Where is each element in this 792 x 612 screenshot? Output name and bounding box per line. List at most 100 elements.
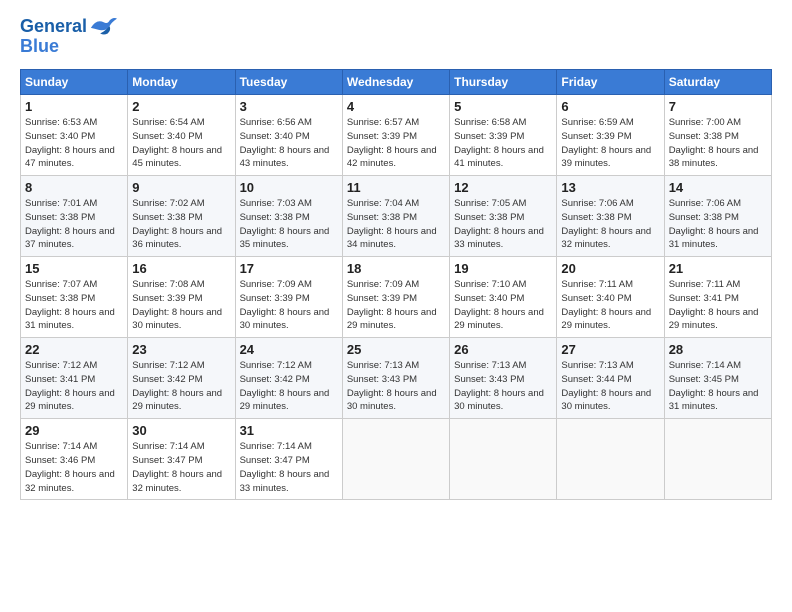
day-number: 15 — [25, 261, 123, 276]
sunset-label: Sunset: 3:43 PM — [347, 374, 417, 385]
calendar-cell: 22 Sunrise: 7:12 AM Sunset: 3:41 PM Dayl… — [21, 338, 128, 419]
day-number: 8 — [25, 180, 123, 195]
daylight-label: Daylight: 8 hours and 47 minutes. — [25, 145, 115, 170]
sunset-label: Sunset: 3:40 PM — [561, 293, 631, 304]
day-number: 28 — [669, 342, 767, 357]
calendar-cell: 30 Sunrise: 7:14 AM Sunset: 3:47 PM Dayl… — [128, 419, 235, 500]
day-info: Sunrise: 7:13 AM Sunset: 3:43 PM Dayligh… — [454, 359, 552, 414]
weekday-header-monday: Monday — [128, 70, 235, 95]
daylight-label: Daylight: 8 hours and 30 minutes. — [454, 388, 544, 413]
sunrise-label: Sunrise: 7:14 AM — [25, 441, 97, 452]
daylight-label: Daylight: 8 hours and 31 minutes. — [25, 307, 115, 332]
calendar-cell — [557, 419, 664, 500]
calendar-cell: 28 Sunrise: 7:14 AM Sunset: 3:45 PM Dayl… — [664, 338, 771, 419]
day-number: 20 — [561, 261, 659, 276]
day-info: Sunrise: 6:56 AM Sunset: 3:40 PM Dayligh… — [240, 116, 338, 171]
day-info: Sunrise: 7:07 AM Sunset: 3:38 PM Dayligh… — [25, 278, 123, 333]
day-info: Sunrise: 7:09 AM Sunset: 3:39 PM Dayligh… — [347, 278, 445, 333]
calendar-cell: 24 Sunrise: 7:12 AM Sunset: 3:42 PM Dayl… — [235, 338, 342, 419]
day-number: 12 — [454, 180, 552, 195]
sunrise-label: Sunrise: 7:13 AM — [454, 360, 526, 371]
day-info: Sunrise: 7:12 AM Sunset: 3:42 PM Dayligh… — [132, 359, 230, 414]
calendar-cell: 3 Sunrise: 6:56 AM Sunset: 3:40 PM Dayli… — [235, 95, 342, 176]
sunset-label: Sunset: 3:46 PM — [25, 455, 95, 466]
day-number: 25 — [347, 342, 445, 357]
daylight-label: Daylight: 8 hours and 43 minutes. — [240, 145, 330, 170]
calendar-cell: 17 Sunrise: 7:09 AM Sunset: 3:39 PM Dayl… — [235, 257, 342, 338]
calendar-cell: 1 Sunrise: 6:53 AM Sunset: 3:40 PM Dayli… — [21, 95, 128, 176]
sunrise-label: Sunrise: 7:12 AM — [240, 360, 312, 371]
sunrise-label: Sunrise: 7:13 AM — [561, 360, 633, 371]
day-info: Sunrise: 7:06 AM Sunset: 3:38 PM Dayligh… — [561, 197, 659, 252]
calendar-cell: 16 Sunrise: 7:08 AM Sunset: 3:39 PM Dayl… — [128, 257, 235, 338]
day-number: 31 — [240, 423, 338, 438]
day-info: Sunrise: 7:10 AM Sunset: 3:40 PM Dayligh… — [454, 278, 552, 333]
daylight-label: Daylight: 8 hours and 39 minutes. — [561, 145, 651, 170]
daylight-label: Daylight: 8 hours and 30 minutes. — [347, 388, 437, 413]
daylight-label: Daylight: 8 hours and 32 minutes. — [132, 469, 222, 494]
weekday-header-row: SundayMondayTuesdayWednesdayThursdayFrid… — [21, 70, 772, 95]
sunrise-label: Sunrise: 7:04 AM — [347, 198, 419, 209]
calendar-cell — [450, 419, 557, 500]
sunset-label: Sunset: 3:44 PM — [561, 374, 631, 385]
sunrise-label: Sunrise: 6:57 AM — [347, 117, 419, 128]
day-number: 7 — [669, 99, 767, 114]
day-number: 21 — [669, 261, 767, 276]
calendar-week-5: 29 Sunrise: 7:14 AM Sunset: 3:46 PM Dayl… — [21, 419, 772, 500]
day-info: Sunrise: 7:04 AM Sunset: 3:38 PM Dayligh… — [347, 197, 445, 252]
page-header: General Blue — [20, 16, 772, 57]
calendar-cell: 13 Sunrise: 7:06 AM Sunset: 3:38 PM Dayl… — [557, 176, 664, 257]
daylight-label: Daylight: 8 hours and 29 minutes. — [454, 307, 544, 332]
day-info: Sunrise: 7:00 AM Sunset: 3:38 PM Dayligh… — [669, 116, 767, 171]
day-info: Sunrise: 7:01 AM Sunset: 3:38 PM Dayligh… — [25, 197, 123, 252]
calendar-cell: 8 Sunrise: 7:01 AM Sunset: 3:38 PM Dayli… — [21, 176, 128, 257]
sunset-label: Sunset: 3:47 PM — [132, 455, 202, 466]
day-number: 30 — [132, 423, 230, 438]
daylight-label: Daylight: 8 hours and 29 minutes. — [347, 307, 437, 332]
sunrise-label: Sunrise: 6:59 AM — [561, 117, 633, 128]
day-info: Sunrise: 7:06 AM Sunset: 3:38 PM Dayligh… — [669, 197, 767, 252]
day-number: 10 — [240, 180, 338, 195]
daylight-label: Daylight: 8 hours and 31 minutes. — [669, 388, 759, 413]
sunrise-label: Sunrise: 6:56 AM — [240, 117, 312, 128]
daylight-label: Daylight: 8 hours and 30 minutes. — [240, 307, 330, 332]
daylight-label: Daylight: 8 hours and 34 minutes. — [347, 226, 437, 251]
day-info: Sunrise: 6:54 AM Sunset: 3:40 PM Dayligh… — [132, 116, 230, 171]
sunrise-label: Sunrise: 7:13 AM — [347, 360, 419, 371]
day-info: Sunrise: 7:12 AM Sunset: 3:41 PM Dayligh… — [25, 359, 123, 414]
day-info: Sunrise: 7:05 AM Sunset: 3:38 PM Dayligh… — [454, 197, 552, 252]
calendar-week-2: 8 Sunrise: 7:01 AM Sunset: 3:38 PM Dayli… — [21, 176, 772, 257]
calendar-cell: 10 Sunrise: 7:03 AM Sunset: 3:38 PM Dayl… — [235, 176, 342, 257]
day-info: Sunrise: 6:58 AM Sunset: 3:39 PM Dayligh… — [454, 116, 552, 171]
calendar-cell: 14 Sunrise: 7:06 AM Sunset: 3:38 PM Dayl… — [664, 176, 771, 257]
daylight-label: Daylight: 8 hours and 42 minutes. — [347, 145, 437, 170]
day-info: Sunrise: 7:09 AM Sunset: 3:39 PM Dayligh… — [240, 278, 338, 333]
day-number: 22 — [25, 342, 123, 357]
weekday-header-wednesday: Wednesday — [342, 70, 449, 95]
sunrise-label: Sunrise: 7:11 AM — [561, 279, 633, 290]
sunset-label: Sunset: 3:41 PM — [669, 293, 739, 304]
daylight-label: Daylight: 8 hours and 29 minutes. — [132, 388, 222, 413]
sunset-label: Sunset: 3:38 PM — [669, 212, 739, 223]
sunrise-label: Sunrise: 7:05 AM — [454, 198, 526, 209]
calendar-cell: 29 Sunrise: 7:14 AM Sunset: 3:46 PM Dayl… — [21, 419, 128, 500]
day-number: 17 — [240, 261, 338, 276]
day-number: 24 — [240, 342, 338, 357]
day-number: 18 — [347, 261, 445, 276]
sunrise-label: Sunrise: 7:14 AM — [132, 441, 204, 452]
sunset-label: Sunset: 3:38 PM — [347, 212, 417, 223]
sunrise-label: Sunrise: 7:09 AM — [347, 279, 419, 290]
sunset-label: Sunset: 3:38 PM — [454, 212, 524, 223]
daylight-label: Daylight: 8 hours and 33 minutes. — [240, 469, 330, 494]
daylight-label: Daylight: 8 hours and 30 minutes. — [561, 388, 651, 413]
daylight-label: Daylight: 8 hours and 33 minutes. — [454, 226, 544, 251]
sunset-label: Sunset: 3:45 PM — [669, 374, 739, 385]
day-info: Sunrise: 7:13 AM Sunset: 3:43 PM Dayligh… — [347, 359, 445, 414]
weekday-header-thursday: Thursday — [450, 70, 557, 95]
calendar-cell: 11 Sunrise: 7:04 AM Sunset: 3:38 PM Dayl… — [342, 176, 449, 257]
sunrise-label: Sunrise: 7:14 AM — [669, 360, 741, 371]
sunset-label: Sunset: 3:39 PM — [132, 293, 202, 304]
sunset-label: Sunset: 3:40 PM — [132, 131, 202, 142]
sunset-label: Sunset: 3:38 PM — [561, 212, 631, 223]
day-number: 6 — [561, 99, 659, 114]
